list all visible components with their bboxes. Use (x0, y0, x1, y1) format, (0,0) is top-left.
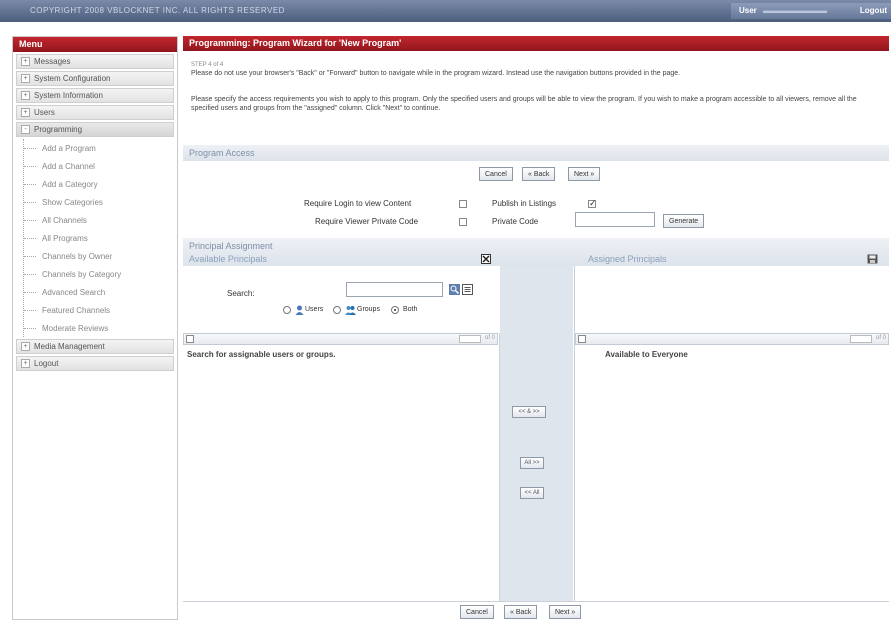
list-icon[interactable] (462, 284, 473, 295)
cancel-button-bottom[interactable]: Cancel (460, 605, 494, 619)
expand-icon[interactable]: + (21, 108, 30, 117)
menu-item-media-management[interactable]: + Media Management (16, 339, 174, 354)
swap-principals-button[interactable]: << & >> (512, 406, 546, 418)
logout-link[interactable]: Logout (860, 6, 887, 15)
require-private-code-label: Require Viewer Private Code (315, 217, 419, 226)
assigned-row-label: Available to Everyone (605, 350, 688, 359)
section-principal-assignment: Principal Assignment (183, 238, 889, 266)
available-principals-title: Available Principals (189, 254, 267, 264)
generate-button[interactable]: Generate (663, 214, 705, 228)
intro-warning: Please do not use your browser's "Back" … (191, 70, 681, 77)
user-area: User ▬▬▬▬▬▬▬▬ Logout (731, 3, 891, 19)
search-input[interactable] (346, 282, 443, 297)
divider (574, 266, 575, 601)
back-button-bottom[interactable]: « Back (504, 605, 538, 619)
back-button[interactable]: « Back (522, 167, 556, 181)
menu-item-programming[interactable]: - Programming (16, 122, 174, 137)
step-indicator: STEP 4 of 4 (191, 62, 224, 68)
next-button[interactable]: Next » (568, 167, 601, 181)
copyright-text: COPYRIGHT 2008 VBLOCKNET INC. ALL RIGHTS… (30, 6, 285, 15)
radio-users-label: Users (305, 306, 324, 313)
submenu-add-channel[interactable]: Add a Channel (24, 157, 177, 175)
search-label: Search: (227, 289, 255, 298)
require-login-checkbox[interactable] (459, 200, 467, 208)
menu-item-label: System Information (34, 91, 103, 100)
menu-item-label: Media Management (34, 342, 105, 351)
assigned-page-input[interactable] (850, 335, 872, 343)
submenu-show-categories[interactable]: Show Categories (24, 193, 177, 211)
menu-item-label: Users (34, 108, 55, 117)
assigned-pager: of 0 (875, 335, 886, 341)
available-pager: of 0 (484, 335, 495, 341)
transfer-column (500, 266, 573, 601)
page-title: Programming: Program Wizard for 'New Pro… (183, 36, 889, 51)
assigned-grid-header: of 0 (575, 333, 889, 345)
require-private-code-checkbox[interactable] (459, 218, 467, 226)
submenu-featured-channels[interactable]: Featured Channels (24, 301, 177, 319)
expand-icon[interactable]: + (21, 57, 30, 66)
expand-icon[interactable]: + (21, 359, 30, 368)
menu-item-label: Programming (34, 125, 83, 134)
menu-item-users[interactable]: + Users (16, 105, 174, 120)
principal-assignment-title: Principal Assignment (189, 241, 273, 251)
assigned-principals-title: Assigned Principals (588, 254, 667, 264)
select-all-available-checkbox[interactable] (186, 335, 194, 343)
submenu-channels-by-owner[interactable]: Channels by Owner (24, 247, 177, 265)
top-bar: COPYRIGHT 2008 VBLOCKNET INC. ALL RIGHTS… (0, 0, 891, 22)
submenu-add-program[interactable]: Add a Program (24, 139, 177, 157)
available-empty-message: Search for assignable users or groups. (187, 350, 336, 359)
menu-item-system-information[interactable]: + System Information (16, 88, 174, 103)
menu-item-system-configuration[interactable]: + System Configuration (16, 71, 174, 86)
publish-listings-label: Publish in Listings (492, 199, 557, 208)
user-label: User (739, 6, 757, 15)
menu-item-logout[interactable]: + Logout (16, 356, 174, 371)
menu-item-messages[interactable]: + Messages (16, 54, 174, 69)
clear-icon[interactable] (481, 254, 491, 264)
group-icon (345, 305, 356, 315)
select-all-assigned-checkbox[interactable] (578, 335, 586, 343)
radio-groups[interactable] (333, 306, 341, 314)
expand-icon[interactable]: + (21, 91, 30, 100)
expand-icon[interactable]: + (21, 342, 30, 351)
user-icon (295, 305, 305, 315)
save-icon[interactable] (867, 254, 878, 264)
submenu-add-category[interactable]: Add a Category (24, 175, 177, 193)
search-icon[interactable] (449, 284, 460, 295)
divider (183, 601, 889, 602)
move-all-right-button[interactable]: All >> (520, 457, 544, 469)
sidebar-menu: Menu + Messages + System Configuration +… (12, 36, 178, 620)
move-all-left-button[interactable]: << All (520, 487, 544, 499)
radio-both[interactable] (391, 306, 399, 314)
private-code-label: Private Code (492, 217, 539, 226)
private-code-input[interactable] (575, 212, 655, 227)
radio-both-label: Both (403, 306, 418, 313)
cancel-button[interactable]: Cancel (479, 167, 513, 181)
intro-instructions: Please specify the access requirements y… (191, 96, 857, 112)
submenu-all-channels[interactable]: All Channels (24, 211, 177, 229)
main-content: Programming: Program Wizard for 'New Pro… (183, 36, 889, 624)
divider (499, 333, 500, 601)
available-page-input[interactable] (459, 335, 481, 343)
publish-listings-checkbox[interactable] (588, 198, 597, 209)
radio-groups-label: Groups (357, 306, 380, 313)
menu-item-label: Logout (34, 359, 59, 368)
available-grid-header: of 0 (183, 333, 498, 345)
programming-submenu: Add a Program Add a Channel Add a Catego… (23, 139, 177, 337)
expand-icon[interactable]: + (21, 74, 30, 83)
section-program-access: Program Access (183, 145, 889, 161)
user-name: ▬▬▬▬▬▬▬▬ (763, 6, 827, 15)
submenu-advanced-search[interactable]: Advanced Search (24, 283, 177, 301)
next-button-bottom[interactable]: Next » (549, 605, 582, 619)
radio-users[interactable] (283, 306, 291, 314)
menu-item-label: Messages (34, 57, 71, 66)
submenu-moderate-reviews[interactable]: Moderate Reviews (24, 319, 177, 337)
menu-title: Menu (13, 37, 177, 52)
submenu-all-programs[interactable]: All Programs (24, 229, 177, 247)
menu-item-label: System Configuration (34, 74, 111, 83)
require-login-label: Require Login to view Content (304, 199, 412, 208)
collapse-icon[interactable]: - (21, 125, 30, 134)
submenu-channels-by-category[interactable]: Channels by Category (24, 265, 177, 283)
